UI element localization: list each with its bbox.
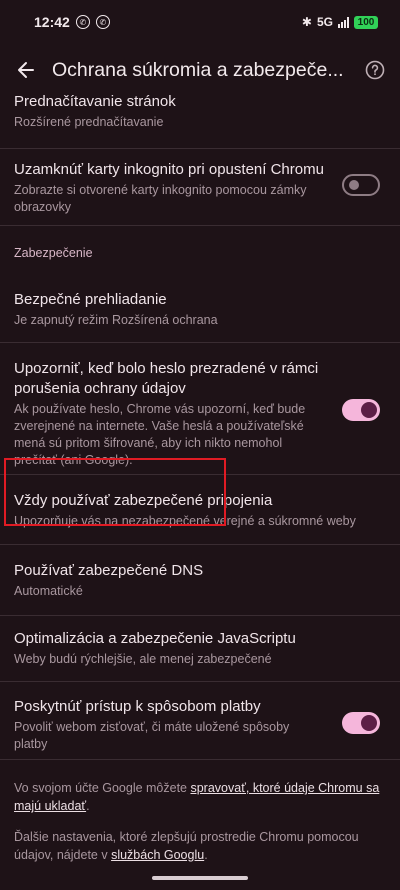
footer-text: . xyxy=(86,799,90,813)
footer-text: . xyxy=(204,848,208,862)
setting-subtitle: Zobrazte si otvorené karty inkognito pom… xyxy=(14,183,307,214)
divider xyxy=(0,342,400,343)
whatsapp-icon: ✆ xyxy=(75,15,90,29)
divider xyxy=(0,615,400,616)
setting-subtitle: Je zapnutý režim Rozšírená ochrana xyxy=(14,313,218,327)
password-leak-toggle[interactable] xyxy=(342,399,380,421)
setting-subtitle: Weby budú rýchlejšie, ale menej zabezpeč… xyxy=(14,652,272,666)
setting-title: Upozorniť, keď bolo heslo prezradené v r… xyxy=(14,360,319,397)
setting-lock-incognito[interactable]: Uzamknúť karty inkognito pri opustení Ch… xyxy=(0,160,400,216)
bluetooth-icon: ✱ xyxy=(301,15,312,29)
footer-google-services: Ďalšie nastavenia, ktoré zlepšujú prostr… xyxy=(0,828,400,864)
setting-title: Optimalizácia a zabezpečenie JavaScriptu xyxy=(14,630,296,647)
setting-title: Prednačítavanie stránok xyxy=(14,93,176,110)
network-label: 5G xyxy=(316,15,333,29)
setting-password-leak[interactable]: Upozorniť, keď bolo heslo prezradené v r… xyxy=(0,359,400,469)
toggle-knob xyxy=(361,715,377,731)
setting-subtitle: Povoliť webom zisťovať, či máte uložené … xyxy=(14,720,290,751)
status-left: 12:42 ✆ ✆ xyxy=(34,14,110,30)
help-icon[interactable] xyxy=(364,59,386,81)
footer-text: Vo svojom účte Google môžete xyxy=(14,781,191,795)
divider xyxy=(0,544,400,545)
app-bar: Ochrana súkromia a zabezpeče... xyxy=(0,44,400,96)
setting-javascript[interactable]: Optimalizácia a zabezpečenie JavaScriptu… xyxy=(0,629,400,668)
toggle-knob xyxy=(361,402,377,418)
setting-title: Poskytnúť prístup k spôsobom platby xyxy=(14,698,261,715)
footer-manage-data: Vo svojom účte Google môžete spravovať, … xyxy=(0,779,400,815)
signal-icon xyxy=(338,16,349,28)
lock-incognito-toggle[interactable] xyxy=(342,174,380,196)
viber-icon: ✆ xyxy=(95,15,110,29)
status-right: ✱ 5G 100 xyxy=(302,15,378,29)
setting-payment-methods[interactable]: Poskytnúť prístup k spôsobom platby Povo… xyxy=(0,697,400,753)
divider xyxy=(0,759,400,760)
setting-secure-dns[interactable]: Používať zabezpečené DNS Automatické xyxy=(0,561,400,600)
status-bar: 12:42 ✆ ✆ ✱ 5G 100 xyxy=(0,0,400,44)
status-time: 12:42 xyxy=(34,14,70,30)
setting-title: Používať zabezpečené DNS xyxy=(14,562,204,579)
page-title: Ochrana súkromia a zabezpeče... xyxy=(52,58,344,81)
divider xyxy=(0,148,400,149)
setting-subtitle: Rozšírené prednačítavanie xyxy=(14,115,164,129)
toggle-knob xyxy=(349,180,359,190)
divider xyxy=(0,681,400,682)
setting-page-preload[interactable]: Prednačítavanie stránok Rozšírené predna… xyxy=(0,92,400,131)
setting-title: Uzamknúť karty inkognito pri opustení Ch… xyxy=(14,161,324,178)
setting-subtitle: Automatické xyxy=(14,584,83,598)
google-services-link[interactable]: službách Googlu xyxy=(111,848,204,862)
payment-methods-toggle[interactable] xyxy=(342,712,380,734)
section-header-security: Zabezpečenie xyxy=(14,246,93,260)
divider xyxy=(0,225,400,226)
highlight-box xyxy=(4,458,226,526)
battery-icon: 100 xyxy=(354,15,378,29)
setting-safe-browsing[interactable]: Bezpečné prehliadanie Je zapnutý režim R… xyxy=(0,290,400,329)
nav-handle[interactable] xyxy=(152,876,248,880)
setting-title: Bezpečné prehliadanie xyxy=(14,291,167,308)
back-arrow-icon[interactable] xyxy=(14,58,38,82)
